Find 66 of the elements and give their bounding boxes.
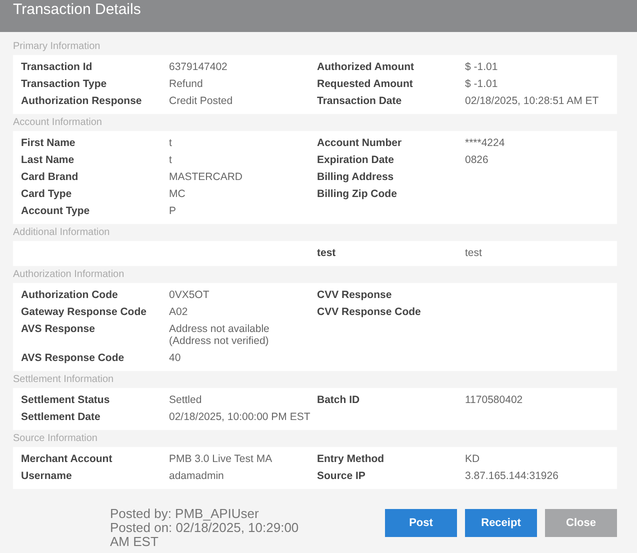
field-value: KD <box>465 453 480 465</box>
field-label: Billing Address <box>317 171 394 183</box>
action-button[interactable]: Post <box>385 509 457 537</box>
section-title: Primary Information <box>13 41 102 53</box>
field-value: Address not available (Address not verified) <box>169 323 270 347</box>
field-label: First Name <box>21 137 76 149</box>
field-label: Batch ID <box>317 394 360 406</box>
section-title: Account Information <box>13 117 103 129</box>
field-label: Settlement Date <box>21 411 100 423</box>
field-label: CVV Response <box>317 289 392 301</box>
field-label: Account Number <box>317 137 402 149</box>
field-value: 1170580402 <box>465 394 523 406</box>
field-value: Settled <box>169 394 202 406</box>
section-title: Additional Information <box>13 227 111 239</box>
field-value: 0826 <box>465 154 488 166</box>
field-label: Card Brand <box>21 171 78 183</box>
field-label: CVV Response Code <box>317 306 421 318</box>
field-value: t <box>169 154 172 166</box>
field-label: test <box>317 247 336 259</box>
field-label: Merchant Account <box>21 453 112 465</box>
field-label: Last Name <box>21 154 74 166</box>
section-title: Authorization Information <box>13 269 126 281</box>
field-value: A02 <box>169 306 188 318</box>
field-value: test <box>465 247 482 259</box>
field-label: Entry Method <box>317 453 384 465</box>
field-value: MC <box>169 188 186 200</box>
field-value: 6379147402 <box>169 61 228 73</box>
field-label: Expiration Date <box>317 154 394 166</box>
field-label: AVS Response Code <box>21 352 124 364</box>
field-value: MASTERCARD <box>169 171 243 183</box>
field-value: 02/18/2025, 10:00:00 PM EST <box>169 411 310 423</box>
field-label: Transaction Id <box>21 61 92 73</box>
field-label: Authorization Code <box>21 289 118 301</box>
field-label: Settlement Status <box>21 394 110 406</box>
action-button[interactable]: Receipt <box>465 509 537 537</box>
field-value: $ -1.01 <box>465 61 498 73</box>
field-label: Account Type <box>21 205 90 217</box>
field-label: Card Type <box>21 188 72 200</box>
field-label: Source IP <box>317 470 366 482</box>
field-value: $ -1.01 <box>465 78 498 90</box>
field-value: 3.87.165.144:31926 <box>465 470 558 482</box>
field-value: Credit Posted <box>169 95 233 107</box>
field-label: Username <box>21 470 72 482</box>
posted-by-text: Posted by: PMB_APIUser <box>110 507 260 521</box>
field-label: Requested Amount <box>317 78 413 90</box>
field-value: Refund <box>169 78 203 90</box>
section-title: Source Information <box>13 433 98 445</box>
field-label: AVS Response <box>21 323 95 335</box>
field-value: 02/18/2025, 10:28:51 AM ET <box>465 95 599 107</box>
field-label: Transaction Type <box>21 78 107 90</box>
field-value: PMB 3.0 Live Test MA <box>169 453 272 465</box>
field-label: Authorized Amount <box>317 61 414 73</box>
posted-on-text: Posted on: 02/18/2025, 10:29:00 AM EST <box>110 521 300 549</box>
field-value: 0VX5OT <box>169 289 210 301</box>
field-value: adamadmin <box>169 470 224 482</box>
field-label: Billing Zip Code <box>317 188 397 200</box>
field-label: Authorization Response <box>21 95 142 107</box>
field-value: t <box>169 137 172 149</box>
close-button[interactable]: Close <box>545 509 617 537</box>
field-label: Gateway Response Code <box>21 306 146 318</box>
window-title: Transaction Details <box>13 1 141 18</box>
field-value: P <box>169 205 176 217</box>
section-title: Settlement Information <box>13 374 115 386</box>
field-label: Transaction Date <box>317 95 402 107</box>
field-value: ****4224 <box>465 137 505 149</box>
field-value: 40 <box>169 352 181 364</box>
